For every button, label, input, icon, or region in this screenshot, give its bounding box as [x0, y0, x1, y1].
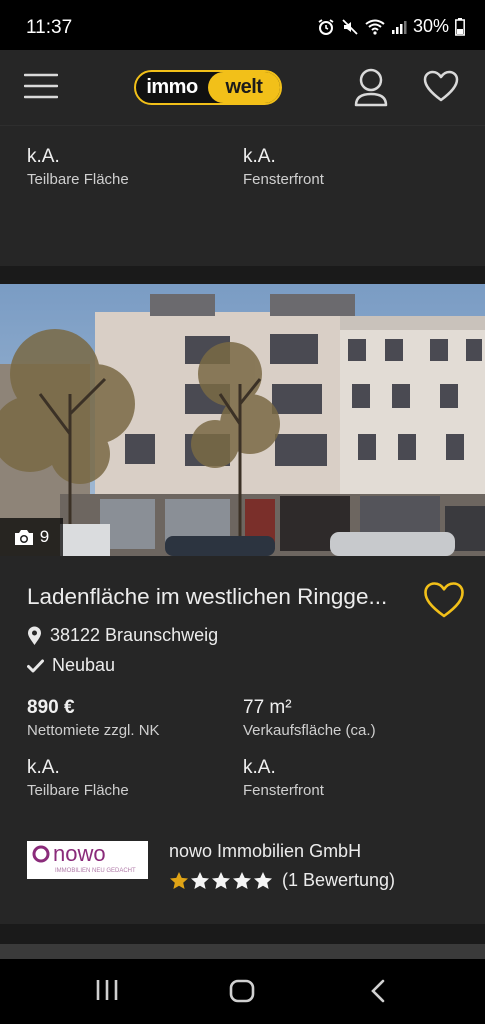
tag-text: Neubau — [52, 655, 116, 675]
status-icons: 30% — [317, 16, 465, 37]
back-icon[interactable] — [370, 979, 386, 1003]
price-value: 890 € — [27, 697, 75, 718]
attr-divisible-area: k.A. Teilbare Fläche — [27, 146, 237, 188]
logo-text-right: welt — [208, 72, 280, 103]
logo-tagline: IMMOBILIEN NEU GEDACHT — [55, 868, 136, 874]
star-icon — [212, 872, 230, 889]
attr-value: k.A. — [27, 146, 60, 167]
logo-wordmark: nowo — [53, 841, 106, 866]
photo-count: 9 — [39, 527, 50, 546]
price-label: Nettomiete zzgl. NK — [27, 722, 160, 739]
heart-icon[interactable] — [423, 70, 459, 102]
attr-price: 890 € Nettomiete zzgl. NK — [27, 697, 237, 739]
listing-card-next[interactable] — [0, 944, 485, 959]
company-name[interactable]: nowo Immobilien GmbH — [169, 841, 361, 862]
photo-count-badge[interactable]: 9 — [0, 518, 63, 556]
heart-icon[interactable] — [423, 581, 465, 619]
wifi-icon — [365, 19, 385, 35]
attr-area: 77 m² Verkaufsfläche (ca.) — [243, 697, 453, 739]
window-front-label: Fensterfront — [243, 782, 324, 799]
star-icon — [170, 872, 188, 889]
area-value: 77 m² — [243, 697, 292, 718]
listing-feed[interactable]: k.A. Teilbare Fläche k.A. Fensterfront 9… — [0, 126, 485, 959]
map-pin-icon — [28, 626, 41, 645]
immowelt-logo[interactable]: immo welt — [134, 70, 282, 105]
status-time: 11:37 — [26, 17, 73, 38]
user-icon[interactable] — [352, 67, 390, 109]
app-header: immo welt — [0, 50, 485, 126]
listing-card[interactable]: 9 Ladenfläche im westlichen Ringge... 38… — [0, 284, 485, 924]
status-bar: 11:37 30% — [0, 0, 485, 50]
battery-percent: 30% — [412, 16, 449, 36]
system-nav-bar — [0, 959, 485, 1024]
mute-icon — [342, 18, 358, 35]
listing-card-previous[interactable]: k.A. Teilbare Fläche k.A. Fensterfront — [0, 126, 485, 266]
building-photo — [0, 284, 485, 556]
camera-icon — [14, 529, 33, 545]
divisible-value: k.A. — [27, 757, 60, 778]
check-icon — [27, 659, 44, 672]
attr-label: Fensterfront — [243, 171, 324, 188]
listing-tag: Neubau — [27, 655, 115, 676]
battery-icon — [455, 17, 465, 36]
logo-text-left: immo — [146, 76, 198, 98]
listing-photo[interactable]: 9 — [0, 284, 485, 556]
star-icon — [191, 872, 209, 889]
attr-label: Teilbare Fläche — [27, 171, 129, 188]
recent-apps-icon[interactable] — [95, 979, 119, 1001]
attr-window-front: k.A. Fensterfront — [243, 757, 453, 799]
star-icon — [254, 872, 272, 889]
window-front-value: k.A. — [243, 757, 276, 778]
divisible-label: Teilbare Fläche — [27, 782, 129, 799]
company-logo[interactable]: nowo IMMOBILIEN NEU GEDACHT — [27, 841, 148, 879]
company-rating[interactable]: (1 Bewertung) — [169, 870, 395, 891]
listing-location: 38122 Braunschweig — [27, 625, 218, 646]
alarm-icon — [318, 18, 334, 35]
signal-icon — [391, 20, 407, 34]
rating-count: (1 Bewertung) — [282, 870, 396, 890]
listing-title[interactable]: Ladenfläche im westlichen Ringge... — [27, 584, 417, 610]
location-text: 38122 Braunschweig — [50, 625, 219, 645]
nowo-logo-graphic: nowo IMMOBILIEN NEU GEDACHT — [32, 841, 136, 874]
star-icon — [233, 872, 251, 889]
attr-window-front: k.A. Fensterfront — [243, 146, 453, 188]
attr-divisible-area: k.A. Teilbare Fläche — [27, 757, 237, 799]
area-label: Verkaufsfläche (ca.) — [243, 722, 376, 739]
home-icon[interactable] — [229, 979, 255, 1003]
attr-value: k.A. — [243, 146, 276, 167]
hamburger-menu-icon[interactable] — [24, 72, 58, 100]
